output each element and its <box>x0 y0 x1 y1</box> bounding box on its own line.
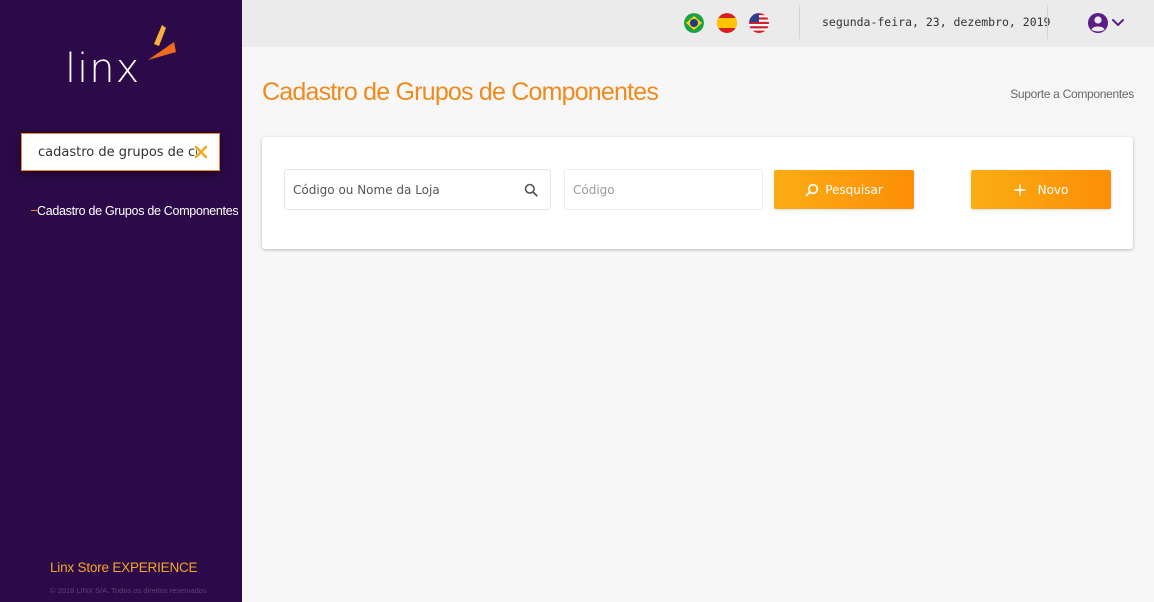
new-button-label: Novo <box>1037 182 1069 197</box>
store-search-field[interactable] <box>284 169 551 210</box>
store-search-input[interactable] <box>285 170 515 209</box>
filter-card: Pesquisar Novo <box>262 137 1133 249</box>
current-date: segunda-feira, 23, dezembro, 2019 <box>822 15 1051 29</box>
sidebar: linx Cadastro de Grupos de Componentes L… <box>0 0 242 602</box>
support-link[interactable]: Suporte a Componentes <box>1010 87 1134 101</box>
sidebar-item-label: Cadastro de Grupos de Componentes <box>37 204 239 218</box>
linx-logo[interactable]: linx <box>60 22 190 92</box>
divider <box>799 5 800 39</box>
search-button-label: Pesquisar <box>825 182 883 197</box>
code-field[interactable] <box>564 169 763 210</box>
search-button[interactable]: Pesquisar <box>774 170 914 209</box>
menu-search-field[interactable] <box>21 133 220 171</box>
sidebar-item-cadastro-grupos-componentes[interactable]: Cadastro de Grupos de Componentes <box>29 201 239 221</box>
new-button[interactable]: Novo <box>971 170 1111 209</box>
user-circle-icon <box>1088 13 1124 33</box>
code-input[interactable] <box>565 170 762 209</box>
menu-search-input[interactable] <box>22 134 197 170</box>
linx-x-mark-icon <box>148 25 176 60</box>
top-bar: segunda-feira, 23, dezembro, 2019 <box>242 0 1154 47</box>
plus-icon <box>1013 183 1026 196</box>
close-icon[interactable] <box>193 144 209 160</box>
flag-brazil-icon[interactable] <box>684 13 704 33</box>
search-icon[interactable] <box>524 183 538 197</box>
flag-spain-icon[interactable] <box>717 13 737 33</box>
divider <box>1047 5 1048 39</box>
copyright-text: © 2018 LINX S/A. Todos os direitos reser… <box>50 586 207 595</box>
logo-wordmark: linx <box>65 46 141 92</box>
page-title: Cadastro de Grupos de Componentes <box>262 78 659 106</box>
product-name: Linx Store EXPERIENCE <box>50 560 198 575</box>
user-menu-button[interactable] <box>1086 11 1130 35</box>
flag-usa-icon[interactable] <box>749 13 769 33</box>
search-icon <box>805 183 819 197</box>
